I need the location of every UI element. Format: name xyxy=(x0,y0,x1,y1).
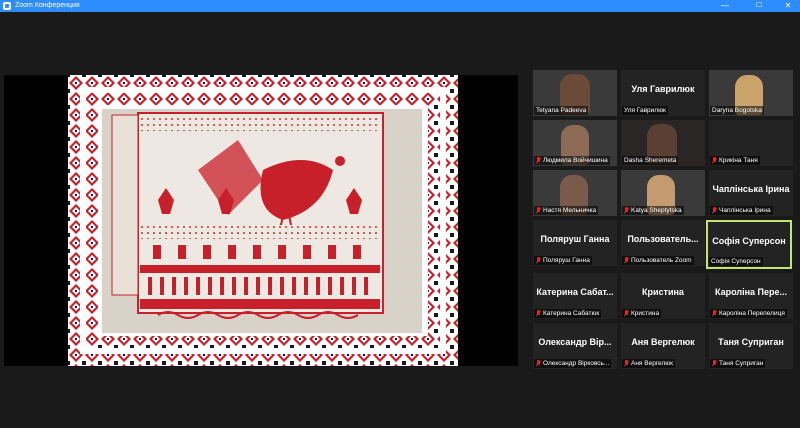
mic-muted-icon xyxy=(624,207,629,214)
participant-name-label: Поляруш Ганна xyxy=(534,256,592,265)
participant-name-label: Чаплінська Ірина xyxy=(710,206,773,215)
participant-name-label: Олександр Вірковсь... xyxy=(534,359,612,368)
participant-name-label: Катерина Сабатюк xyxy=(534,309,602,318)
participant-tile[interactable]: Daryna Bogotska xyxy=(709,70,793,116)
participant-tile[interactable]: Katya Sheptytska xyxy=(621,170,705,216)
participant-display-name: Софія Суперсон xyxy=(712,236,786,246)
participant-display-name: Таня Суприган xyxy=(718,337,784,347)
participant-tile[interactable]: Олександр Вір... Олександр Вірковсь... xyxy=(533,323,617,369)
participant-tile[interactable]: Людмила Войчишина xyxy=(533,120,617,166)
participant-name-label: Katya Sheptytska xyxy=(622,206,684,215)
mic-muted-icon xyxy=(624,310,629,317)
shared-embroidery-image xyxy=(68,75,458,366)
participant-tile[interactable]: Tetyana Padeeva xyxy=(533,70,617,116)
mic-muted-icon xyxy=(536,360,541,367)
participant-name-label: Таня Суприган xyxy=(710,359,766,368)
participant-display-name: Поляруш Ганна xyxy=(540,234,610,244)
participant-tile[interactable]: Аня Вергелюк Аня Вергелюк xyxy=(621,323,705,369)
participant-tile[interactable]: Настя Мельничка xyxy=(533,170,617,216)
window-title: Zoom Конференция xyxy=(15,2,80,9)
minimize-button[interactable]: — xyxy=(713,0,737,12)
participant-tile[interactable]: Чаплінська Ірина Чаплінська Ірина xyxy=(709,170,793,216)
zoom-app-icon xyxy=(3,2,11,10)
participant-display-name: Кароліна Пере... xyxy=(714,287,788,297)
participant-tile[interactable]: Крикіна Таня xyxy=(709,120,793,166)
window-titlebar: Zoom Конференция — ☐ ✕ xyxy=(0,0,800,12)
participant-name-label: Уля Гаврилюк xyxy=(622,106,668,115)
participant-name-label: Людмила Войчишина xyxy=(534,156,610,165)
participant-tile[interactable]: Пользователь... Пользователь Zoom xyxy=(621,220,705,266)
participant-gallery: Tetyana Padeeva Уля Гаврилюк Уля Гаврилю… xyxy=(533,70,793,370)
participant-display-name: Катерина Сабат... xyxy=(536,287,614,297)
participant-display-name: Чаплінська Ірина xyxy=(712,184,790,194)
participant-tile-active-speaker[interactable]: Софія Суперсон Софія Суперсон xyxy=(706,220,792,269)
screen-share-area[interactable] xyxy=(4,75,518,366)
participant-name-label: Daryna Bogotska xyxy=(710,106,764,115)
participant-name-label: Аня Вергелюк xyxy=(622,359,675,368)
participant-display-name: Пользователь... xyxy=(627,234,699,244)
mic-muted-icon xyxy=(536,157,541,164)
participant-tile[interactable]: Поляруш Ганна Поляруш Ганна xyxy=(533,220,617,266)
participant-name-label: Софія Суперсон xyxy=(709,257,763,266)
participant-tile[interactable]: Кароліна Пере... Кароліна Перепелиця xyxy=(709,273,793,319)
mic-muted-icon xyxy=(712,207,717,214)
participant-tile[interactable]: Кристина Кристина xyxy=(621,273,705,319)
mic-muted-icon xyxy=(712,360,717,367)
mic-muted-icon xyxy=(536,257,541,264)
participant-display-name: Уля Гаврилюк xyxy=(631,84,695,94)
participant-name-label: Крикіна Таня xyxy=(710,156,760,165)
participant-display-name: Кристина xyxy=(642,287,684,297)
participant-display-name: Аня Вергелюк xyxy=(631,337,695,347)
participant-tile[interactable]: Dasha Sheremeta xyxy=(621,120,705,166)
participant-display-name: Олександр Вір... xyxy=(538,337,612,347)
close-button[interactable]: ✕ xyxy=(776,0,800,12)
participant-name-label: Настя Мельничка xyxy=(534,206,599,215)
participant-tile[interactable]: Катерина Сабат... Катерина Сабатюк xyxy=(533,273,617,319)
participant-name-label: Кристина xyxy=(622,309,662,318)
participant-name-label: Tetyana Padeeva xyxy=(534,106,589,115)
mic-muted-icon xyxy=(624,257,629,264)
maximize-button[interactable]: ☐ xyxy=(747,0,771,12)
participant-tile[interactable]: Уля Гаврилюк Уля Гаврилюк xyxy=(621,70,705,116)
participant-name-label: Dasha Sheremeta xyxy=(622,156,679,165)
mic-muted-icon xyxy=(712,310,717,317)
mic-muted-icon xyxy=(536,207,541,214)
participant-name-label: Кароліна Перепелиця xyxy=(710,309,787,318)
mic-muted-icon xyxy=(712,157,717,164)
participant-tile[interactable]: Таня Суприган Таня Суприган xyxy=(709,323,793,369)
mic-muted-icon xyxy=(536,310,541,317)
mic-muted-icon xyxy=(624,360,629,367)
participant-name-label: Пользователь Zoom xyxy=(622,256,694,265)
